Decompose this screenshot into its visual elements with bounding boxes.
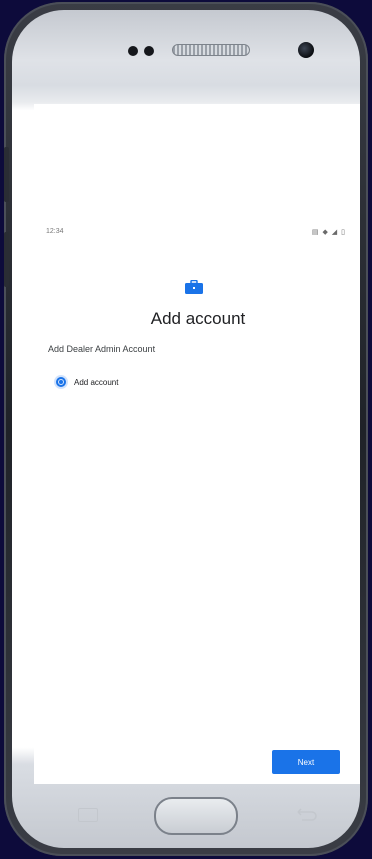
front-camera-icon xyxy=(298,42,314,58)
stage: 12:34 ▤ ◆ ◢ ▯ Add account Add Dealer Adm… xyxy=(0,0,372,859)
phone-frame: 12:34 ▤ ◆ ◢ ▯ Add account Add Dealer Adm… xyxy=(4,2,368,856)
add-account-option[interactable]: Add account xyxy=(54,375,118,389)
sensor-icon xyxy=(128,46,138,56)
radio-selected-icon[interactable] xyxy=(54,375,68,389)
briefcase-icon xyxy=(185,280,203,294)
recents-key-icon[interactable] xyxy=(78,808,98,822)
status-bar: 12:34 ▤ ◆ ◢ ▯ xyxy=(34,228,360,242)
volume-up-button[interactable] xyxy=(4,147,9,202)
back-key-icon[interactable] xyxy=(294,808,318,822)
status-time: 12:34 xyxy=(46,228,64,235)
home-button[interactable] xyxy=(154,797,238,835)
sensor-dots xyxy=(128,46,154,56)
status-icons: ▤ ◆ ◢ ▯ xyxy=(311,229,346,236)
earpiece-speaker xyxy=(172,44,250,56)
phone-body: 12:34 ▤ ◆ ◢ ▯ Add account Add Dealer Adm… xyxy=(12,10,360,848)
page-title: Add account xyxy=(150,309,246,328)
page-subtitle: Add Dealer Admin Account xyxy=(48,344,156,354)
volume-down-button[interactable] xyxy=(4,232,9,287)
add-account-option-label: Add account xyxy=(74,377,119,387)
sensor-icon xyxy=(144,46,154,56)
screen: 12:34 ▤ ◆ ◢ ▯ Add account Add Dealer Adm… xyxy=(34,104,360,784)
next-button[interactable]: Next xyxy=(272,750,340,774)
